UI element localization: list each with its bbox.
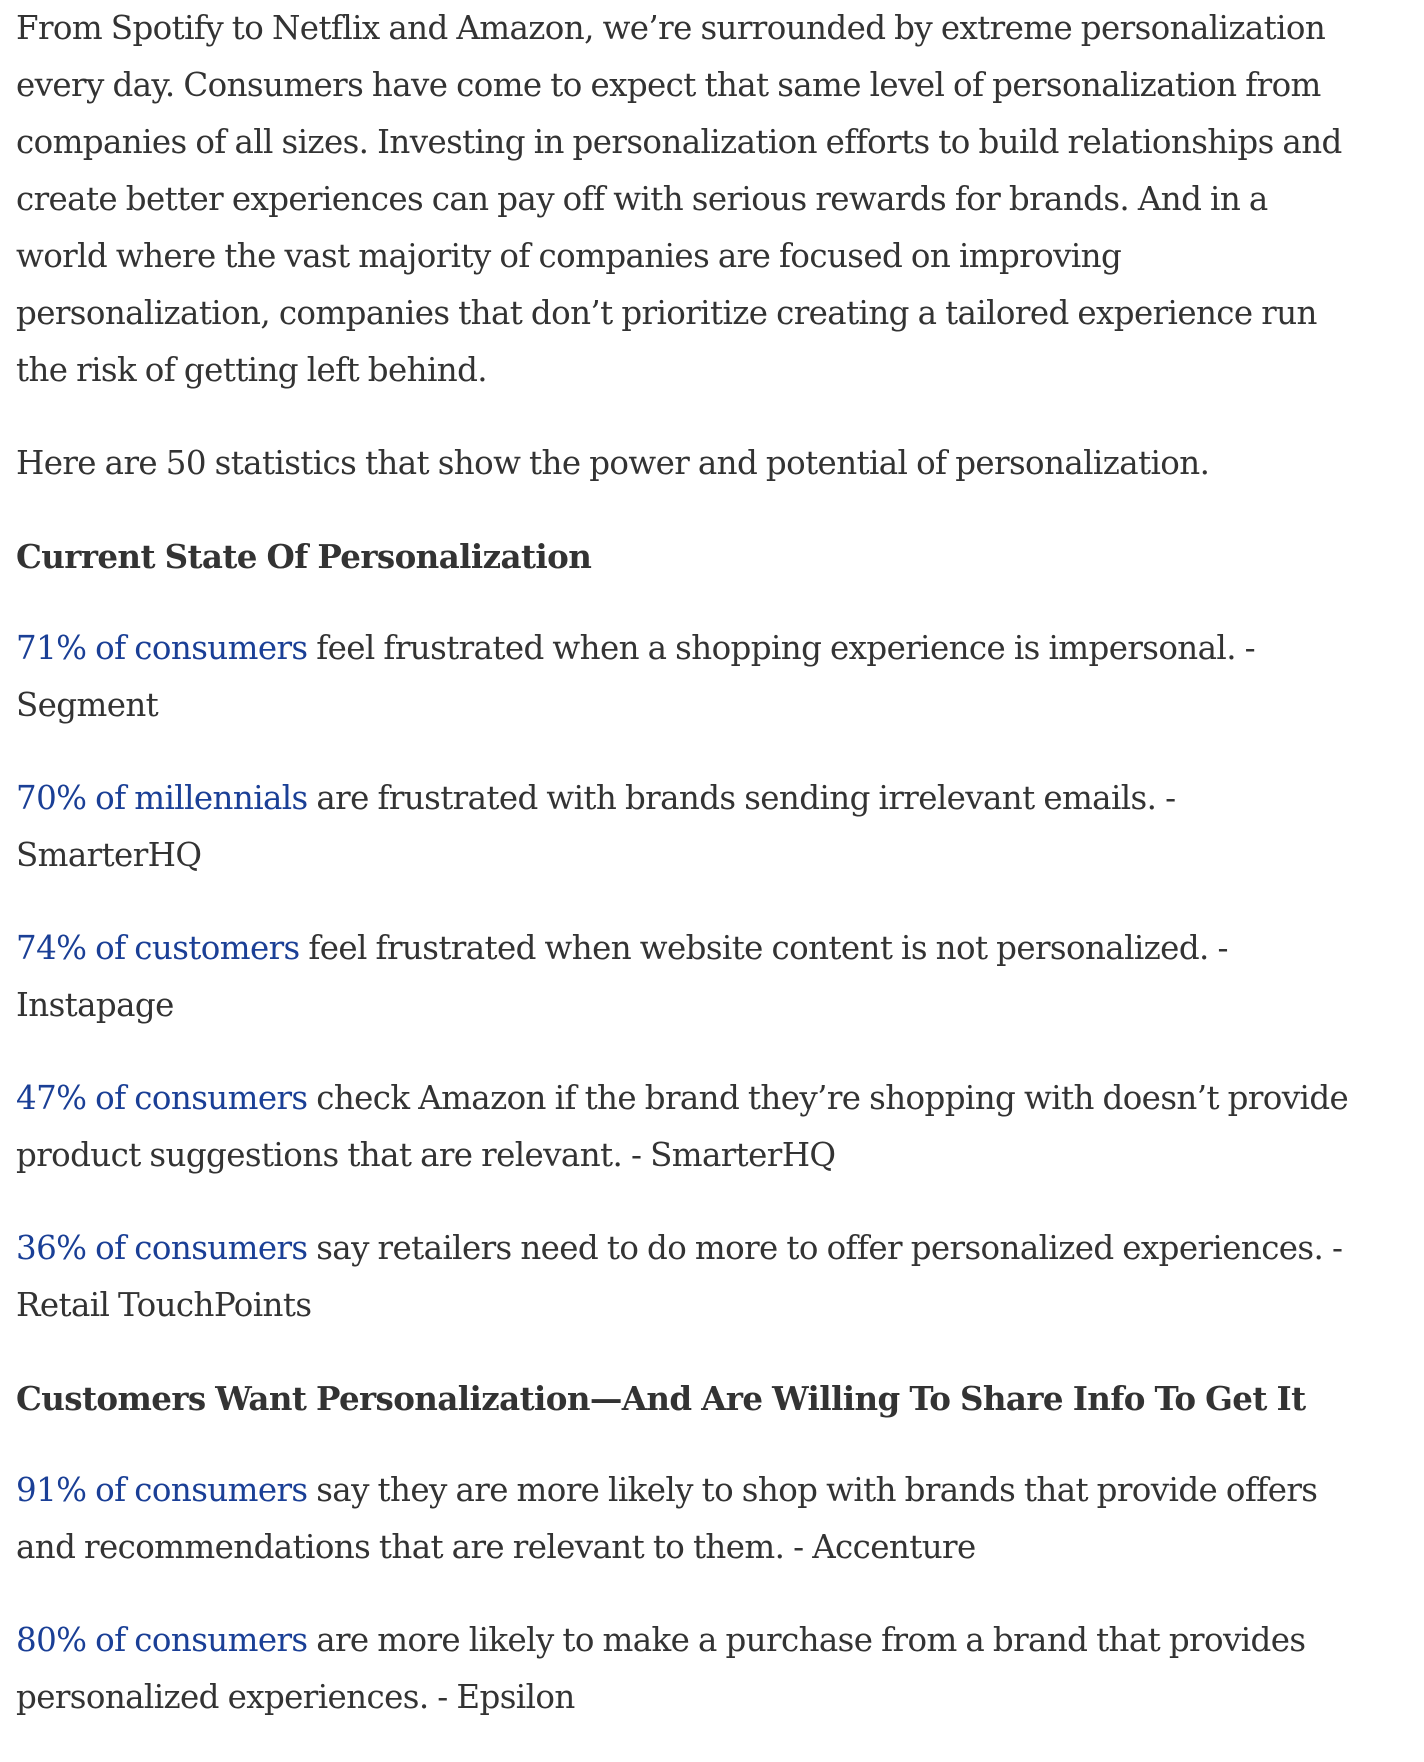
stat-source-link[interactable]: 80% of consumers bbox=[16, 1621, 308, 1659]
stat-item: 70% of millennials are frustrated with b… bbox=[16, 770, 1356, 884]
stat-source-link[interactable]: 74% of customers bbox=[16, 929, 300, 967]
stat-source-link[interactable]: 36% of consumers bbox=[16, 1229, 308, 1267]
stat-source-link[interactable]: 71% of consumers bbox=[16, 629, 308, 667]
stat-item: 74% of customers feel frustrated when we… bbox=[16, 920, 1356, 1034]
article-body: From Spotify to Netflix and Amazon, we’r… bbox=[16, 0, 1356, 1762]
stat-item: 36% of consumers say retailers need to d… bbox=[16, 1220, 1356, 1334]
section-heading-current-state: Current State Of Personalization bbox=[16, 537, 592, 576]
lead-paragraph: Here are 50 statistics that show the pow… bbox=[16, 444, 1210, 482]
stat-source-link[interactable]: 91% of consumers bbox=[16, 1471, 308, 1509]
stat-item: 71% of consumers feel frustrated when a … bbox=[16, 620, 1356, 734]
stat-item: 47% of consumers check Amazon if the bra… bbox=[16, 1070, 1356, 1184]
stat-source-link[interactable]: 47% of consumers bbox=[16, 1079, 308, 1117]
stat-source-link[interactable]: 70% of millennials bbox=[16, 779, 308, 817]
intro-paragraph: From Spotify to Netflix and Amazon, we’r… bbox=[16, 9, 1342, 389]
section-heading-customers-want: Customers Want Personalization—And Are W… bbox=[16, 1379, 1306, 1418]
stat-item: 91% of consumers say they are more likel… bbox=[16, 1462, 1356, 1576]
stat-item: 80% of consumers are more likely to make… bbox=[16, 1612, 1356, 1726]
